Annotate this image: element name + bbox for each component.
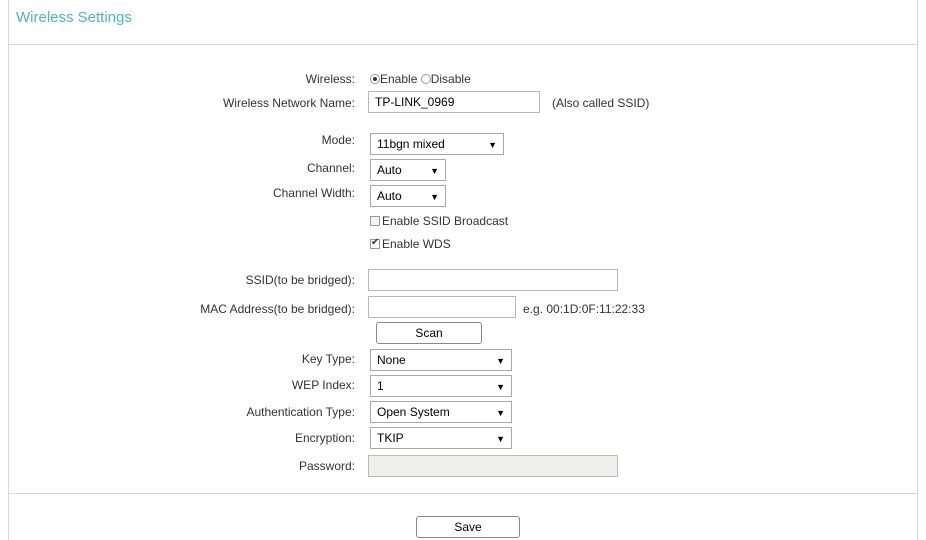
channel-select[interactable]: Auto ▼ bbox=[370, 159, 446, 181]
wep-index-select[interactable]: 1 ▼ bbox=[370, 375, 512, 397]
key-type-label: Key Type: bbox=[301, 352, 355, 366]
mac-hint: e.g. 00:1D:0F:11:22:33 bbox=[523, 302, 645, 316]
wireless-enable-label: Enable bbox=[380, 72, 418, 86]
wireless-enable-radio[interactable] bbox=[370, 74, 380, 84]
key-type-selected-value: None bbox=[377, 353, 406, 367]
auth-type-label: Authentication Type: bbox=[246, 405, 355, 419]
wireless-disable-radio[interactable] bbox=[420, 74, 431, 84]
checkmark-icon: ✔ bbox=[371, 237, 380, 248]
mac-bridged-label: MAC Address(to be bridged): bbox=[200, 302, 355, 316]
ssid-hint: (Also called SSID) bbox=[552, 96, 650, 110]
wds-label: Enable WDS bbox=[382, 237, 451, 251]
ssid-broadcast-label: Enable SSID Broadcast bbox=[382, 214, 509, 228]
password-label: Password: bbox=[298, 459, 355, 473]
encryption-select[interactable]: TKIP ▼ bbox=[370, 427, 512, 449]
auth-type-selected-value: Open System bbox=[377, 405, 450, 419]
channel-width-select[interactable]: Auto ▼ bbox=[370, 185, 446, 207]
wep-index-selected-value: 1 bbox=[377, 379, 384, 393]
key-type-select[interactable]: None ▼ bbox=[370, 349, 512, 371]
wep-index-label: WEP Index: bbox=[291, 378, 355, 392]
dropdown-arrow-icon: ▼ bbox=[430, 192, 439, 202]
auth-type-select[interactable]: Open System ▼ bbox=[370, 401, 512, 423]
password-input bbox=[368, 455, 618, 477]
wireless-radio-group: Enable Disable bbox=[370, 72, 471, 86]
wireless-label: Wireless: bbox=[305, 72, 355, 86]
ssid-broadcast-checkbox[interactable] bbox=[370, 216, 380, 226]
dropdown-arrow-icon: ▼ bbox=[496, 408, 505, 418]
network-name-label: Wireless Network Name: bbox=[222, 96, 355, 110]
encryption-label: Encryption: bbox=[294, 431, 355, 445]
footer-divider bbox=[8, 493, 918, 494]
mode-selected-value: 11bgn mixed bbox=[377, 137, 445, 151]
mode-select[interactable]: 11bgn mixed ▼ bbox=[370, 133, 504, 155]
dropdown-arrow-icon: ▼ bbox=[430, 166, 439, 176]
channel-selected-value: Auto bbox=[377, 163, 402, 177]
save-button[interactable]: Save bbox=[416, 516, 520, 538]
ssid-bridged-input[interactable] bbox=[368, 269, 618, 291]
header-divider bbox=[8, 44, 918, 45]
dropdown-arrow-icon: ▼ bbox=[496, 382, 505, 392]
dropdown-arrow-icon: ▼ bbox=[496, 356, 505, 366]
wireless-disable-label: Disable bbox=[430, 72, 471, 86]
ssid-broadcast-option[interactable]: Enable SSID Broadcast bbox=[370, 214, 508, 228]
channel-width-selected-value: Auto bbox=[377, 189, 402, 203]
mode-label: Mode: bbox=[321, 133, 355, 147]
dropdown-arrow-icon: ▼ bbox=[488, 140, 497, 150]
encryption-selected-value: TKIP bbox=[377, 431, 404, 445]
wds-option[interactable]: ✔ Enable WDS bbox=[370, 237, 451, 251]
page-title: Wireless Settings bbox=[16, 9, 132, 26]
scan-button[interactable]: Scan bbox=[376, 322, 482, 344]
dropdown-arrow-icon: ▼ bbox=[496, 434, 505, 444]
channel-label: Channel: bbox=[306, 161, 355, 175]
channel-width-label: Channel Width: bbox=[272, 186, 355, 200]
network-name-input[interactable] bbox=[368, 91, 540, 113]
ssid-bridged-label: SSID(to be bridged): bbox=[245, 273, 355, 287]
mac-bridged-input[interactable] bbox=[368, 296, 516, 318]
wds-checkbox[interactable]: ✔ bbox=[370, 237, 380, 249]
